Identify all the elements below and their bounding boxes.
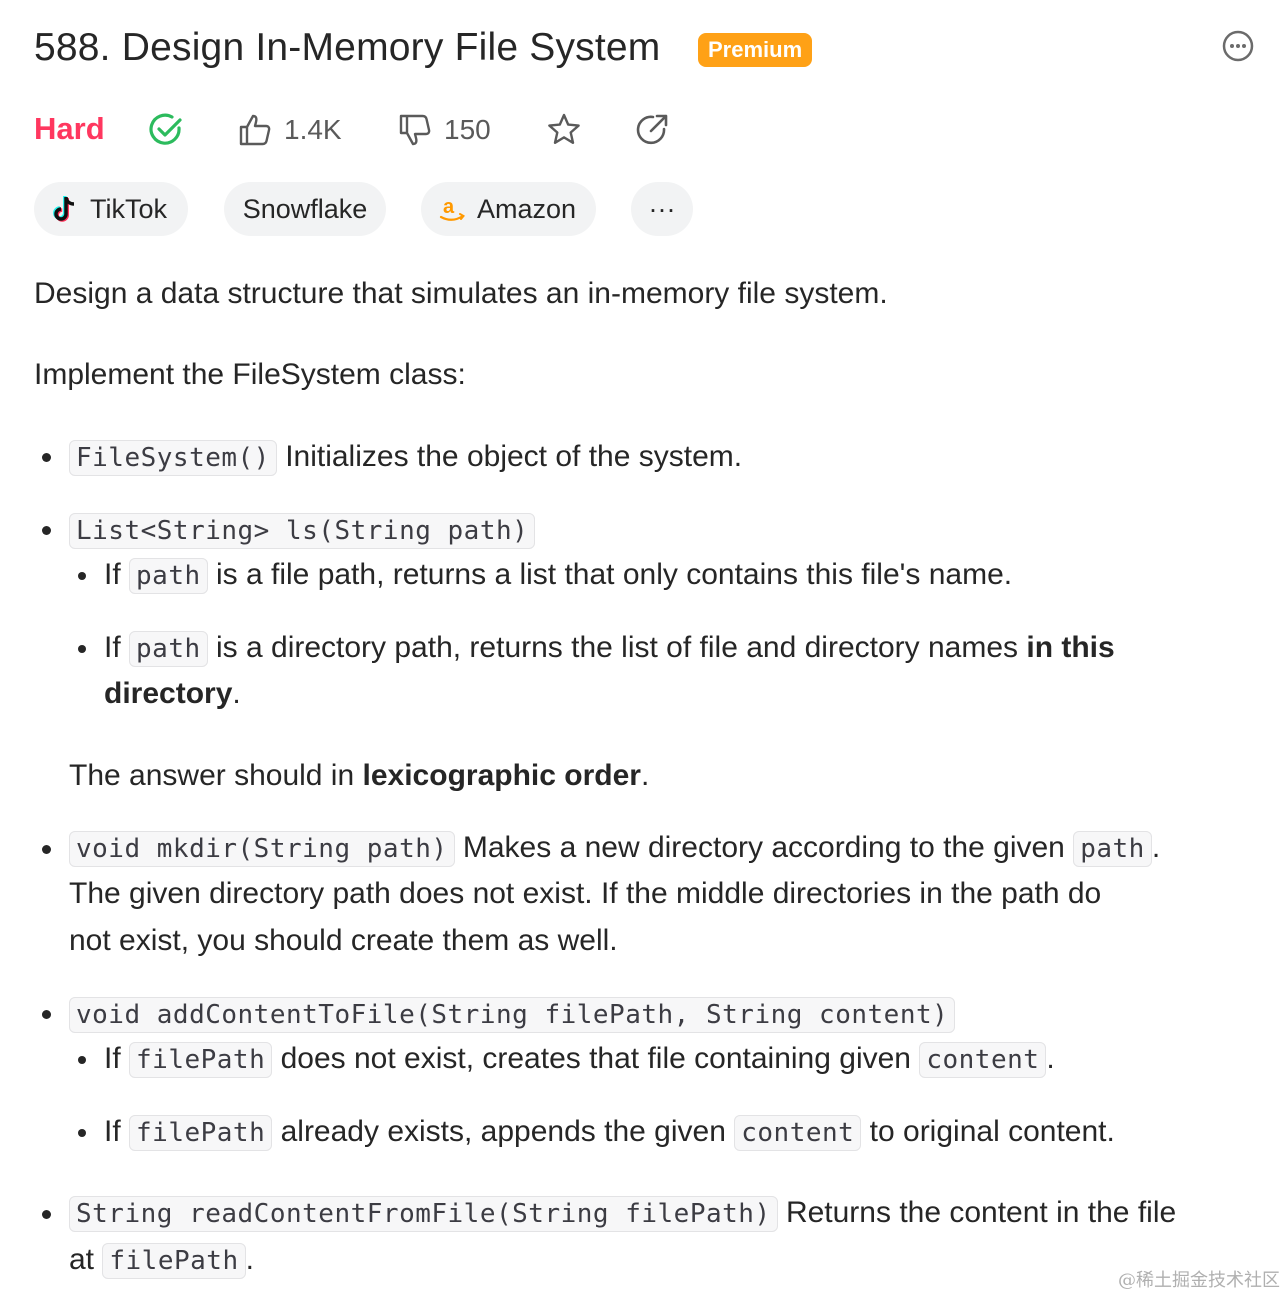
code-span: filePath <box>102 1243 246 1279</box>
difficulty-label: Hard <box>34 111 105 146</box>
bold-text: in this <box>1026 631 1115 664</box>
punct: . <box>232 677 241 710</box>
bold-text: directory <box>104 677 233 710</box>
sub-bullet-ls-dir-cont: directory. <box>104 671 241 717</box>
more-tags-button[interactable]: ··· <box>631 182 693 236</box>
punct: . <box>245 1243 254 1276</box>
like-count: 1.4K <box>284 114 342 145</box>
bullet-dot <box>42 1010 51 1019</box>
sub-bullet-dot <box>78 1056 86 1064</box>
amazon-icon: a <box>439 196 465 221</box>
sub-bullet-dot <box>78 645 86 653</box>
code-span: filePath <box>129 1115 273 1151</box>
code-span: filePath <box>129 1042 273 1078</box>
thumbs-up-icon <box>239 114 271 146</box>
bullet-text: Returns the content in the file <box>785 1196 1177 1229</box>
share-button[interactable] <box>634 105 670 155</box>
problem-meta: Hard 1.4K 150 <box>34 105 834 155</box>
code-span: FileSystem() <box>69 440 277 476</box>
watermark: @稀土掘金技术社区 <box>1118 1270 1280 1291</box>
sub-text: is a file path, returns a list that only… <box>215 558 1013 591</box>
bullet-text: at <box>69 1243 95 1276</box>
solved-check-icon <box>149 113 182 145</box>
code-span: path <box>129 558 208 594</box>
svg-text:a: a <box>443 196 455 218</box>
code-span: void mkdir(String path) <box>69 831 455 867</box>
sub-text: If <box>104 1115 121 1148</box>
implement-text: Implement the FileSystem class: <box>34 358 466 391</box>
code-span: content <box>919 1042 1047 1078</box>
sub-bullet-add-existing: If filePath already exists, appends the … <box>104 1109 1115 1156</box>
bullet-mkdir: void mkdir(String path) Makes a new dire… <box>69 825 1160 872</box>
sub-text: is a directory path, returns the list of… <box>215 631 1019 664</box>
punct: . <box>1046 1042 1055 1075</box>
sub-bullet-add-new: If filePath does not exist, creates that… <box>104 1036 1055 1083</box>
premium-badge: Premium <box>698 33 813 67</box>
tag-tiktok[interactable]: TikTok <box>34 182 188 236</box>
sub-bullet-dot <box>78 572 86 580</box>
more-options-icon[interactable] <box>1222 30 1254 62</box>
code-span: void addContentToFile(String filePath, S… <box>69 997 956 1033</box>
punct: . <box>1151 831 1161 864</box>
bullet-dot <box>42 1210 51 1219</box>
code-span: path <box>1073 831 1152 867</box>
sub-bullet-ls-file: If path is a file path, returns a list t… <box>104 552 1012 599</box>
tag-label: Amazon <box>477 193 577 224</box>
intro-text: Design a data structure that simulates a… <box>34 277 888 310</box>
sub-text: If <box>104 558 121 591</box>
ls-order-note: The answer should in lexicographic order… <box>69 753 649 799</box>
sub-text: If <box>104 1042 121 1075</box>
code-span: content <box>734 1115 862 1151</box>
tag-label: Snowflake <box>242 193 368 224</box>
like-button[interactable]: 1.4K <box>238 105 342 155</box>
bold-text: lexicographic order <box>362 759 641 792</box>
tag-label: TikTok <box>90 193 168 224</box>
note-text: The answer should in <box>69 759 355 792</box>
problem-title: 588. Design In-Memory File System <box>34 26 661 69</box>
punct: . <box>640 759 650 792</box>
code-span: String readContentFromFile(String filePa… <box>69 1196 778 1232</box>
bullet-dot <box>42 526 51 535</box>
mkdir-line2: The given directory path does not exist.… <box>69 877 1102 910</box>
bullet-addcontent: void addContentToFile(String filePath, S… <box>69 991 956 1038</box>
bullet-readcontent: String readContentFromFile(String filePa… <box>69 1190 1176 1237</box>
readcontent-line2: at filePath. <box>69 1237 254 1284</box>
dislike-count: 150 <box>444 114 491 145</box>
star-icon <box>548 113 580 144</box>
mkdir-line3: not exist, you should create them as wel… <box>69 924 618 957</box>
code-span: path <box>129 631 208 667</box>
sub-text: to original content. <box>869 1115 1115 1148</box>
bullet-text: Initializes the object of the system. <box>285 440 743 473</box>
share-icon <box>636 114 668 145</box>
favorite-button[interactable] <box>546 105 582 155</box>
bullet-dot <box>42 845 51 854</box>
sub-bullet-ls-dir: If path is a directory path, returns the… <box>104 625 1115 672</box>
bullet-text: Makes a new directory according to the g… <box>462 831 1065 864</box>
thumbs-down-icon <box>399 114 431 146</box>
bullet-filesystem: FileSystem() Initializes the object of t… <box>69 434 742 481</box>
sub-text: already exists, appends the given <box>280 1115 726 1148</box>
sub-bullet-dot <box>78 1129 86 1137</box>
bullet-dot <box>42 453 51 462</box>
more-tags-label: ··· <box>648 193 676 224</box>
bullet-ls: List<String> ls(String path) <box>69 507 536 554</box>
tiktok-icon <box>53 196 75 222</box>
sub-text: If <box>104 631 121 664</box>
tag-amazon[interactable]: a Amazon <box>421 182 596 236</box>
code-span: List<String> ls(String path) <box>69 513 536 549</box>
sub-text: does not exist, creates that file contai… <box>280 1042 911 1075</box>
dislike-button[interactable]: 150 <box>398 105 491 155</box>
company-tags: TikTok Snowflake a Amazon ··· <box>34 182 834 236</box>
problem-header: 588. Design In-Memory File System Premiu… <box>34 22 1256 78</box>
tag-snowflake[interactable]: Snowflake <box>224 182 386 236</box>
solved-status <box>148 105 184 155</box>
